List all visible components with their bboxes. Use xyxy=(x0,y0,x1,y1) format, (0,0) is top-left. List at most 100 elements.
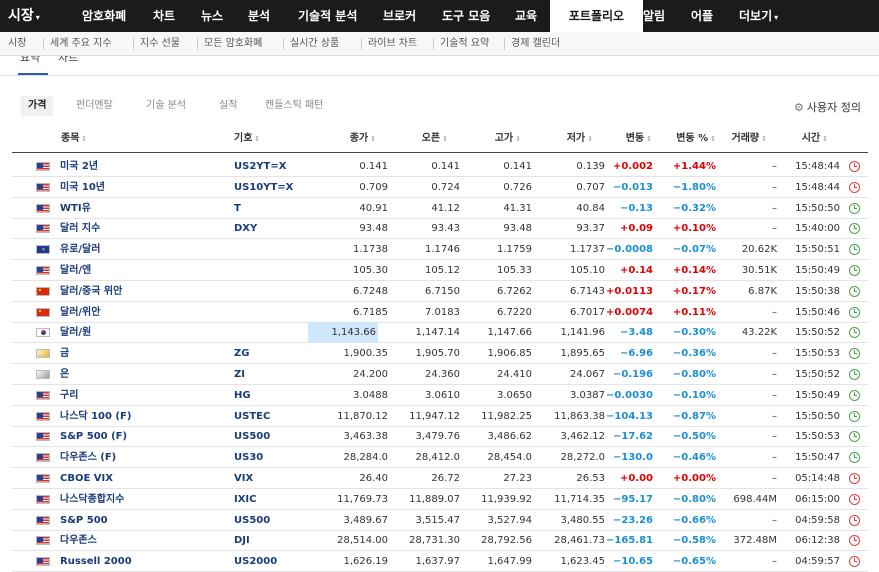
instrument-symbol[interactable]: US500 xyxy=(234,510,270,531)
subnav-item[interactable]: 라이브 차트 xyxy=(368,32,417,55)
topnav-item[interactable]: 더보기 ▾ xyxy=(739,0,778,32)
column-header[interactable]: 고가 ⇕ xyxy=(465,132,521,146)
volume: – xyxy=(772,473,777,484)
column-header[interactable]: 오픈 ⇕ xyxy=(390,132,448,146)
subnav-item[interactable]: 기술적 요약 xyxy=(440,32,489,55)
instrument-name[interactable]: 미국 10년 xyxy=(60,177,105,198)
instrument-name[interactable]: S&P 500 xyxy=(60,510,108,531)
topnav-item-label: 포트폴리오 xyxy=(568,9,625,23)
view-tab[interactable]: 실적 xyxy=(219,96,237,116)
instrument-symbol[interactable]: ZG xyxy=(234,343,249,364)
instrument-name[interactable]: 달러/엔 xyxy=(60,260,91,281)
subnav-item[interactable]: 모든 암호화폐 xyxy=(204,32,262,55)
view-tab[interactable]: 가격 xyxy=(21,96,54,116)
last-price: 105.30 xyxy=(353,265,388,276)
instrument-name[interactable]: 달러/원 xyxy=(60,322,91,343)
tab-chart[interactable]: 차트 xyxy=(58,56,78,65)
volume: – xyxy=(772,369,777,380)
instrument-symbol[interactable]: US2YT=X xyxy=(234,156,286,177)
instrument-name[interactable]: 금 xyxy=(60,343,69,364)
column-header[interactable]: 종가 ⇕ xyxy=(320,132,376,146)
column-header[interactable]: 변동 ⇕ xyxy=(596,132,652,146)
column-header[interactable]: 기호 ⇕ xyxy=(234,132,284,146)
column-header[interactable]: 거래량 ⇕ xyxy=(725,132,767,146)
flag-icon xyxy=(36,474,50,483)
volume: – xyxy=(772,410,777,422)
instrument-symbol[interactable]: DXY xyxy=(234,218,257,239)
subnav-item[interactable]: 지수 선물 xyxy=(140,32,180,55)
instrument-symbol[interactable]: USTEC xyxy=(234,406,270,427)
instrument-name[interactable]: 다우존스 (F) xyxy=(60,447,116,468)
instrument-symbol[interactable]: US30 xyxy=(234,447,263,468)
instrument-symbol[interactable]: US500 xyxy=(234,426,270,447)
table-row: 나스닥종합지수 IXIC 11,769.73 11,889.07 11,939.92 11… xyxy=(12,489,868,510)
instrument-name[interactable]: 은 xyxy=(60,364,69,385)
topnav-item[interactable]: 시장 ▾ xyxy=(8,0,40,32)
table-row: 미국 2년 US2YT=X 0.141 0.141 0.141 0.139 +0.002 +1… xyxy=(12,156,868,177)
topnav-item[interactable]: 기술적 분석 xyxy=(298,0,357,32)
topnav-item[interactable]: 포트폴리오 xyxy=(550,0,643,32)
volume: – xyxy=(772,161,777,172)
subnav-divider xyxy=(361,38,362,50)
instrument-name[interactable]: WTI유 xyxy=(60,198,91,219)
instrument-symbol[interactable]: HG xyxy=(234,385,251,406)
tab-summary[interactable]: 요약 xyxy=(20,56,40,65)
instrument-name[interactable]: 달러 지수 xyxy=(60,218,100,239)
topnav-item[interactable]: 차트 xyxy=(153,0,175,32)
instrument-symbol[interactable]: VIX xyxy=(234,468,253,489)
subnav-item[interactable]: 시장 xyxy=(8,32,26,55)
topnav-item[interactable]: 교육 xyxy=(515,0,537,32)
instrument-symbol[interactable]: T xyxy=(234,198,241,219)
flag-icon xyxy=(36,245,50,255)
column-header[interactable]: 시간 ⇕ xyxy=(782,132,828,146)
view-tab[interactable]: 기술 분석 xyxy=(146,96,186,116)
column-header[interactable]: 저가 ⇕ xyxy=(537,132,593,146)
instrument-name[interactable]: 달러/중국 위안 xyxy=(60,281,122,302)
instrument-name[interactable]: Russell 2000 xyxy=(60,551,132,572)
subnav-item[interactable]: 실시간 상품 xyxy=(290,32,339,55)
instrument-symbol[interactable]: DJI xyxy=(234,530,250,551)
instrument-symbol[interactable]: ZI xyxy=(234,364,245,385)
topnav-item[interactable]: 뉴스 xyxy=(201,0,223,32)
volume: 20.62K xyxy=(741,244,777,256)
table-row: 은 ZI 24.200 24.360 24.410 24.067 −0.196 −0.80% –… xyxy=(12,364,868,385)
subnav-item[interactable]: 경제 캘린더 xyxy=(511,32,560,55)
customize-button[interactable]: ⚙ 사용자 정의 xyxy=(794,99,861,115)
high-price: 3.0650 xyxy=(497,389,532,401)
topnav-item[interactable]: 브로커 xyxy=(383,0,416,32)
table-row: Russell 2000 US2000 1,626.19 1,637.97 1,647.… xyxy=(12,551,868,572)
topnav-item[interactable]: 분석 xyxy=(248,0,270,32)
instrument-symbol[interactable]: IXIC xyxy=(234,489,257,510)
instrument-name[interactable]: 다우존스 xyxy=(60,530,97,551)
clock-icon xyxy=(849,389,860,401)
sort-icon: ⇕ xyxy=(822,135,828,143)
column-header[interactable]: 변동 % ⇕ xyxy=(660,132,716,146)
high-price: 93.48 xyxy=(503,223,532,235)
flag-icon xyxy=(36,162,50,171)
instrument-name[interactable]: 구리 xyxy=(60,385,78,406)
subnav-item[interactable]: 세계 주요 지수 xyxy=(50,32,112,55)
topnav-item[interactable]: 알림 xyxy=(643,0,665,32)
instrument-name[interactable]: 나스닥종합지수 xyxy=(60,489,124,510)
instrument-name[interactable]: 미국 2년 xyxy=(60,156,98,177)
view-tab[interactable]: 캔들스틱 패턴 xyxy=(265,96,323,116)
flag-icon xyxy=(36,515,50,525)
change-value: −0.013 xyxy=(612,181,653,193)
table-row: CBOE VIX VIX 26.40 26.72 27.23 26.53 +0.00 +0.0… xyxy=(12,468,868,489)
instrument-name[interactable]: 나스닥 100 (F) xyxy=(60,406,131,427)
change-percent: −0.36% xyxy=(672,348,716,360)
topnav-item-label: 도구 모음 xyxy=(442,9,491,23)
instrument-symbol[interactable]: US10YT=X xyxy=(234,177,293,198)
instrument-name[interactable]: 달러/위안 xyxy=(60,302,100,323)
topnav-item-label: 어플 xyxy=(691,9,714,23)
column-header[interactable]: 종목 ⇕ xyxy=(61,132,131,146)
view-tab[interactable]: 펀더멘탈 xyxy=(76,96,113,116)
instrument-name[interactable]: CBOE VIX xyxy=(60,468,113,489)
instrument-name[interactable]: 유로/달러 xyxy=(60,239,100,260)
topnav-item[interactable]: 암호화폐 xyxy=(82,0,126,32)
instrument-name[interactable]: S&P 500 (F) xyxy=(60,426,127,447)
table-row: 달러/원 1,143.66 1,147.14 1,147.66 1,141.96 −3.4… xyxy=(12,322,868,344)
topnav-item[interactable]: 어플 xyxy=(691,0,713,32)
instrument-symbol[interactable]: US2000 xyxy=(234,551,277,572)
topnav-item[interactable]: 도구 모음 xyxy=(442,0,490,32)
